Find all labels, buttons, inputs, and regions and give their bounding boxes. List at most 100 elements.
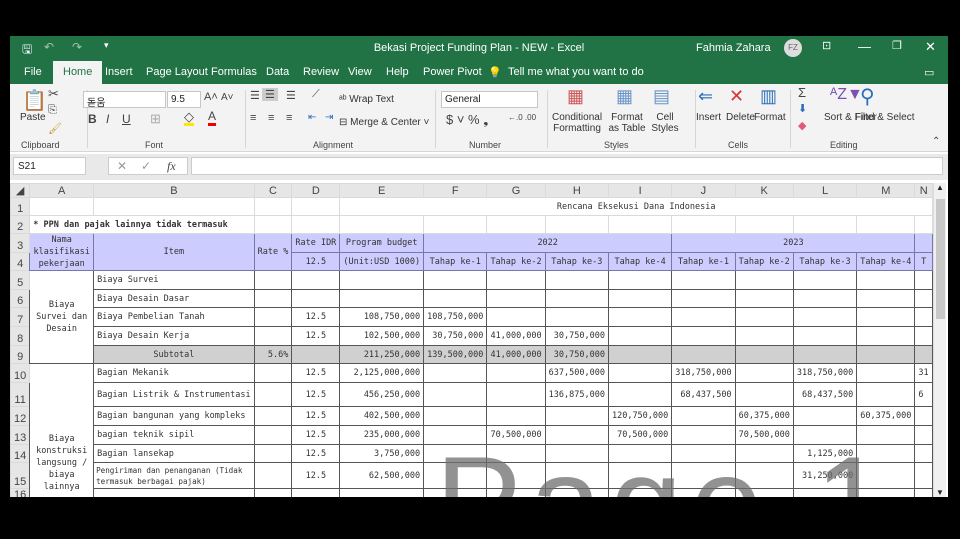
row-header-14[interactable]: 14 — [10, 444, 31, 463]
value-cell[interactable] — [734, 289, 794, 308]
rate-pct-cell[interactable] — [253, 488, 293, 497]
value-cell[interactable] — [792, 326, 858, 346]
rate-pct-cell[interactable] — [253, 326, 293, 346]
font-name-select[interactable]: 돋움 — [83, 91, 166, 109]
cell[interactable] — [792, 215, 858, 234]
orientation-icon[interactable]: ⟋ — [312, 88, 320, 101]
value-cell[interactable]: 68,437,500 — [792, 382, 858, 407]
tab-file[interactable]: File — [24, 66, 42, 78]
value-cell[interactable] — [914, 425, 933, 445]
value-cell[interactable] — [856, 488, 916, 497]
value-cell[interactable]: 108,750,000 — [423, 307, 488, 327]
cell[interactable] — [914, 233, 933, 253]
value-cell[interactable] — [734, 345, 794, 364]
value-cell[interactable] — [856, 270, 916, 290]
rate-idr-cell[interactable]: 12.5 — [291, 462, 341, 489]
budget-cell[interactable] — [339, 488, 425, 497]
header-rate-idr[interactable]: Rate IDR — [291, 233, 341, 253]
column-header-F[interactable]: F — [423, 183, 488, 198]
align-left-icon[interactable]: ≡ — [250, 112, 256, 124]
column-header-L[interactable]: L — [792, 183, 858, 198]
tab-insert[interactable]: Insert — [105, 66, 133, 78]
row-header-12[interactable]: 12 — [10, 406, 31, 426]
header-budget[interactable]: Program budget — [339, 233, 425, 253]
item-cell[interactable]: Biaya Desain Kerja — [93, 326, 255, 346]
align-center-icon[interactable]: ≡ — [268, 112, 274, 124]
item-cell[interactable]: Subtotal — [93, 345, 255, 364]
value-cell[interactable] — [423, 270, 488, 290]
value-cell[interactable]: 1,125,000 — [792, 444, 858, 463]
header-stage[interactable]: Tahap ke-2 — [486, 252, 546, 271]
header-stage[interactable]: Tahap ke-1 — [671, 252, 736, 271]
item-cell[interactable]: Bagian Listrik & Instrumentasi — [93, 382, 255, 407]
value-cell[interactable] — [914, 326, 933, 346]
header-rate-idr-value[interactable]: 12.5 — [291, 252, 341, 271]
tab-data[interactable]: Data — [266, 66, 289, 78]
row-header-4[interactable]: 4 — [10, 252, 31, 271]
rate-idr-cell[interactable] — [291, 270, 341, 290]
column-header-E[interactable]: E — [339, 183, 425, 198]
value-cell[interactable] — [914, 444, 933, 463]
rate-idr-cell[interactable]: 12.5 — [291, 444, 341, 463]
column-header-M[interactable]: M — [856, 183, 916, 198]
column-header-G[interactable]: G — [486, 183, 546, 198]
value-cell[interactable] — [856, 345, 916, 364]
number-format-select[interactable]: General — [441, 91, 538, 108]
header-stage[interactable]: Tahap ke-1 — [423, 252, 488, 271]
value-cell[interactable] — [792, 270, 858, 290]
item-cell[interactable] — [93, 488, 255, 497]
cell[interactable] — [93, 197, 255, 216]
align-middle-icon[interactable]: ☰ — [262, 88, 278, 101]
rate-pct-cell[interactable] — [253, 307, 293, 327]
value-cell[interactable] — [423, 462, 488, 489]
header-stage[interactable]: Tahap ke-4 — [856, 252, 916, 271]
item-cell[interactable]: Bagian lansekap — [93, 444, 255, 463]
underline-button[interactable]: U — [122, 112, 131, 126]
value-cell[interactable] — [423, 425, 488, 445]
italic-button[interactable]: I — [106, 112, 109, 126]
value-cell[interactable] — [856, 363, 916, 383]
value-cell[interactable] — [423, 363, 488, 383]
header-classification[interactable]: Nama klasifikasi pekerjaan — [29, 233, 95, 271]
value-cell[interactable] — [734, 444, 794, 463]
format-as-table-button[interactable]: Format as Table — [606, 112, 648, 134]
cell[interactable] — [291, 215, 341, 234]
value-cell[interactable] — [607, 307, 673, 327]
fx-icon[interactable]: fx — [167, 159, 176, 174]
header-stage[interactable]: Tahap ke-2 — [734, 252, 794, 271]
value-cell[interactable]: 637,500,000 — [544, 363, 609, 383]
value-cell[interactable] — [423, 289, 488, 308]
rate-pct-cell[interactable] — [253, 462, 293, 489]
value-cell[interactable] — [914, 462, 933, 489]
value-cell[interactable] — [671, 462, 736, 489]
value-cell[interactable] — [607, 289, 673, 308]
rate-pct-cell[interactable]: 5.6% — [253, 345, 293, 364]
header-budget-unit[interactable]: (Unit:USD 1000) — [339, 252, 425, 271]
value-cell[interactable] — [792, 488, 858, 497]
cell[interactable] — [607, 215, 673, 234]
align-right-icon[interactable]: ≡ — [286, 112, 292, 124]
value-cell[interactable] — [544, 444, 609, 463]
budget-cell[interactable]: 62,500,000 — [339, 462, 425, 489]
select-all[interactable]: ◢ — [10, 183, 31, 198]
budget-cell[interactable]: 102,500,000 — [339, 326, 425, 346]
align-bottom-icon[interactable]: ☰ — [286, 89, 296, 102]
row-header-11[interactable]: 11 — [10, 382, 31, 407]
conditional-formatting-button[interactable]: Conditional Formatting — [552, 112, 602, 134]
tab-review[interactable]: Review — [303, 66, 339, 78]
budget-cell[interactable]: 235,000,000 — [339, 425, 425, 445]
budget-cell[interactable] — [339, 289, 425, 308]
font-size-select[interactable]: 9.5 — [167, 91, 201, 108]
value-cell[interactable] — [671, 307, 736, 327]
close-icon[interactable]: ✕ — [925, 39, 936, 55]
row-header-1[interactable]: 1 — [10, 197, 31, 216]
value-cell[interactable]: 30,750,000 — [544, 345, 609, 364]
value-cell[interactable] — [486, 488, 546, 497]
insert-button[interactable]: Insert — [696, 112, 721, 123]
header-item[interactable]: Item — [93, 233, 255, 271]
clear-icon[interactable]: ◆ — [798, 119, 806, 132]
value-cell[interactable] — [792, 406, 858, 426]
column-header-H[interactable]: H — [544, 183, 609, 198]
value-cell[interactable] — [671, 289, 736, 308]
user-name[interactable]: Fahmia Zahara — [696, 42, 771, 54]
